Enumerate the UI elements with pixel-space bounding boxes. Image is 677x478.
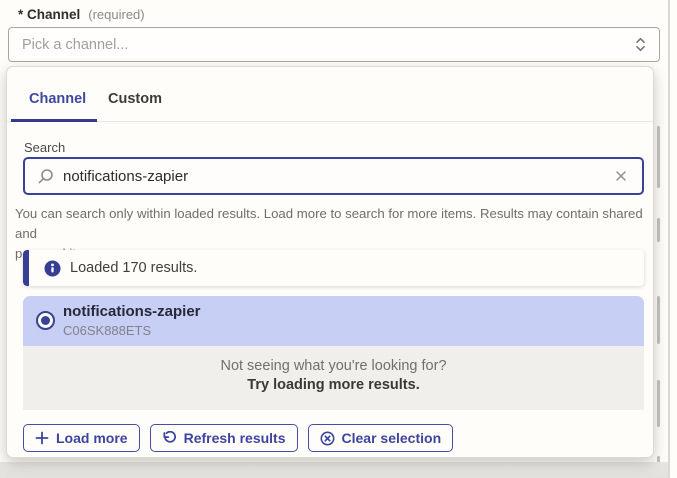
hint-suggestion: Try loading more results. xyxy=(23,377,644,393)
background-field-edge xyxy=(657,296,660,344)
channel-picker-screen: * Channel (required) Pick a channel... C… xyxy=(0,0,677,478)
search-input[interactable] xyxy=(63,168,612,185)
channel-select-placeholder: Pick a channel... xyxy=(22,37,634,53)
dropdown-actions: Load more Refresh results xyxy=(23,424,453,452)
option-name: notifications-zapier xyxy=(63,303,201,320)
hint-question: Not seeing what you're looking for? xyxy=(23,358,644,374)
field-required-hint: (required) xyxy=(88,7,144,22)
search-label: Search xyxy=(24,140,65,155)
background-section xyxy=(0,462,668,478)
radio-selected-icon[interactable] xyxy=(36,311,55,330)
loaded-results-alert: Loaded 170 results. xyxy=(23,250,644,286)
option-id: C06SK888ETS xyxy=(63,323,151,338)
alert-accent-bar xyxy=(23,250,29,286)
clear-selection-button[interactable]: Clear selection xyxy=(308,424,454,452)
field-label: * Channel xyxy=(18,7,80,22)
tab-custom[interactable]: Custom xyxy=(108,91,162,107)
refresh-icon xyxy=(162,431,177,446)
circled-x-icon xyxy=(320,431,335,446)
active-tab-underline xyxy=(11,119,97,122)
channel-option-selected[interactable]: notifications-zapier C06SK888ETS xyxy=(23,296,644,346)
search-helper-line1: You can search only within loaded result… xyxy=(15,204,647,244)
alert-text: Loaded 170 results. xyxy=(70,260,197,276)
tab-channel[interactable]: Channel xyxy=(29,91,86,107)
select-chevrons-icon xyxy=(634,36,647,53)
load-more-hint-section: Not seeing what you're looking for? Try … xyxy=(23,346,644,410)
page-container-border xyxy=(668,0,670,478)
search-icon xyxy=(37,168,54,185)
background-field-edge xyxy=(657,218,660,242)
info-icon xyxy=(44,260,61,277)
load-more-button[interactable]: Load more xyxy=(23,424,140,452)
background-field-edge xyxy=(657,126,660,188)
channel-dropdown-panel: Channel Custom Search You can search onl… xyxy=(6,66,654,458)
search-field xyxy=(23,157,644,195)
refresh-results-button[interactable]: Refresh results xyxy=(150,424,298,452)
background-field-edge xyxy=(657,380,660,427)
clear-search-icon[interactable] xyxy=(612,167,630,185)
plus-icon xyxy=(35,431,49,445)
field-label-row: * Channel (required) xyxy=(18,7,145,22)
channel-select[interactable]: Pick a channel... xyxy=(8,27,660,62)
tab-divider xyxy=(7,121,653,122)
